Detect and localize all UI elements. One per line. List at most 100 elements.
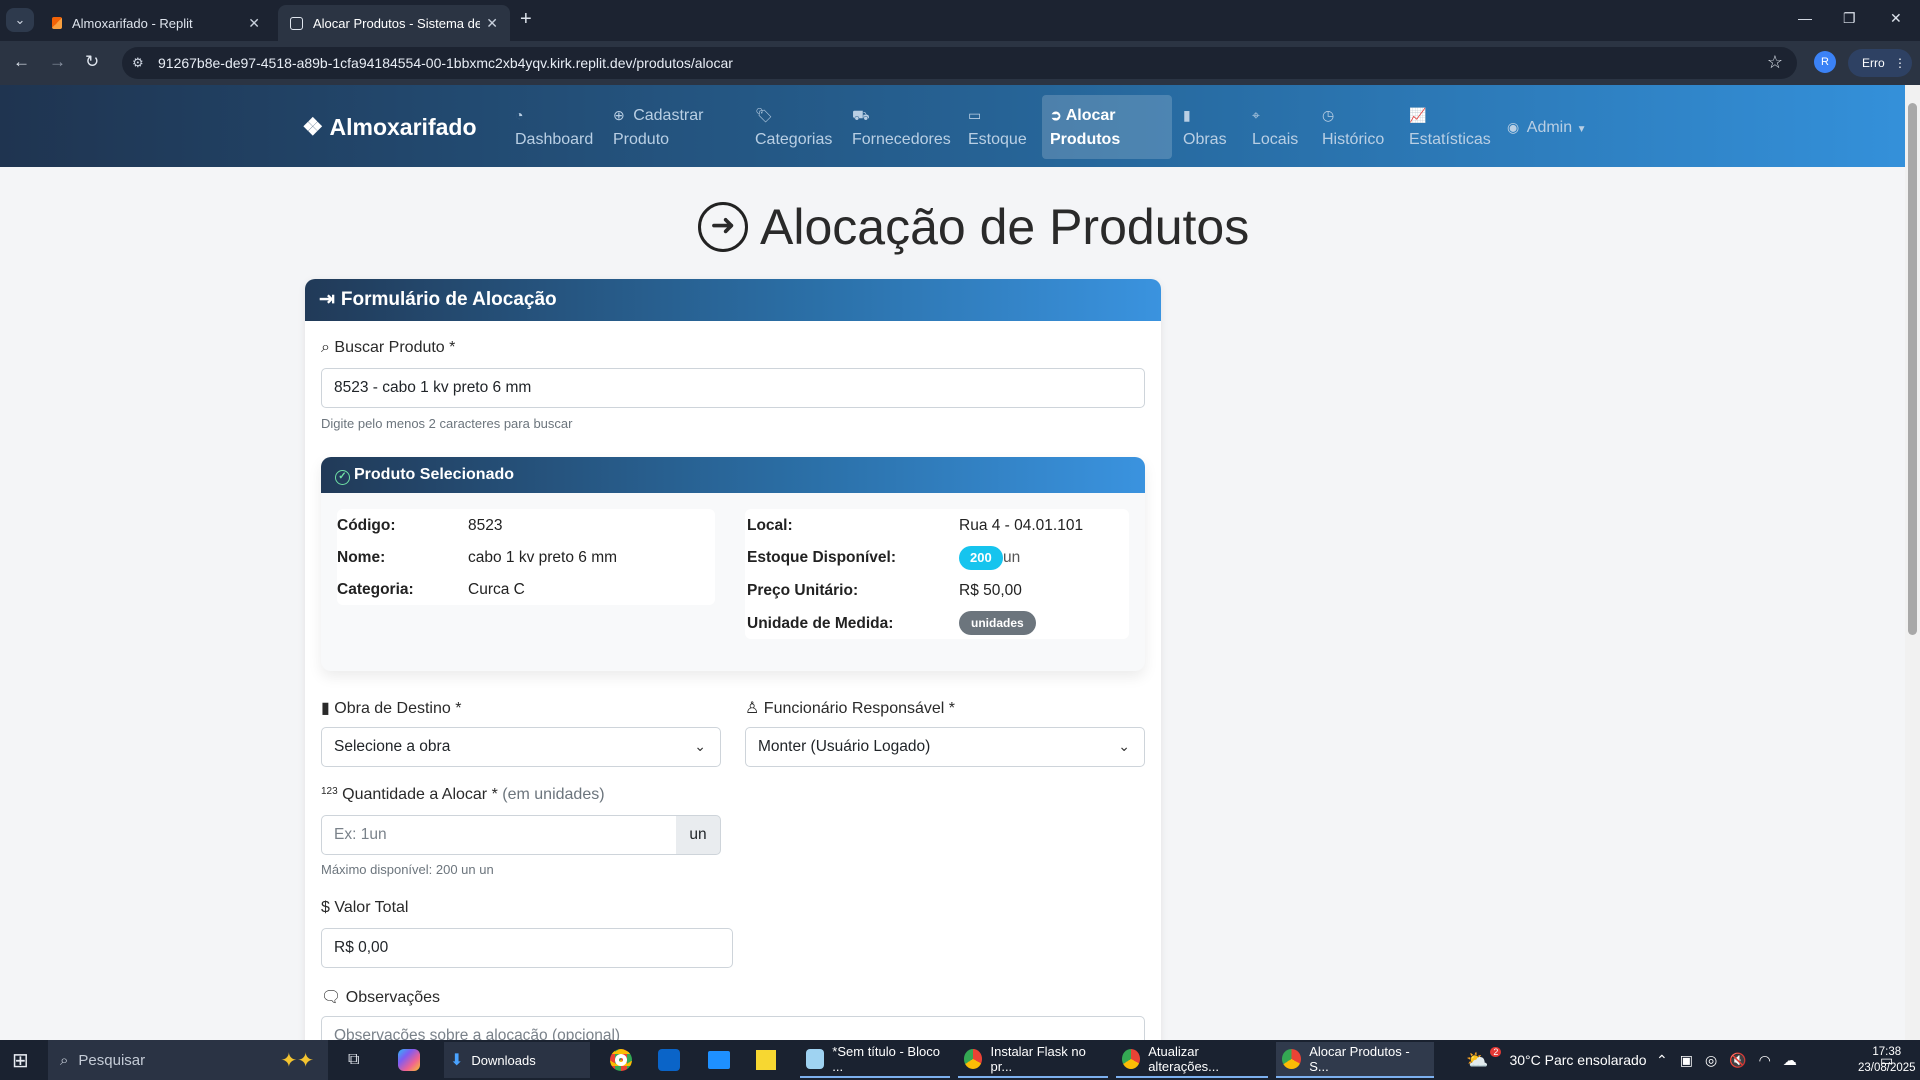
tab-title: Alocar Produtos - Sistema de Al — [313, 15, 481, 31]
page-scrollbar[interactable] — [1905, 85, 1920, 1040]
browser-address-bar: ← → ↻ ⚙ 91267b8e-de97-4518-a89b-1cfa9418… — [0, 41, 1920, 85]
outlook-icon[interactable] — [658, 1040, 680, 1080]
tab-almoxarifado-replit[interactable]: Almoxarifado - Replit ✕ — [40, 5, 272, 41]
nav-label: Estatísticas — [1409, 131, 1491, 148]
nav-historico[interactable]: ◷ Histórico — [1322, 103, 1384, 152]
nav-label-line1: Alocar — [1065, 107, 1116, 124]
taskbar-downloads[interactable]: ⬇ Downloads — [444, 1042, 590, 1078]
history-icon: ◷ — [1322, 107, 1335, 123]
tab-search-icon[interactable]: ⌄ — [6, 8, 34, 32]
taskbar-search[interactable]: ⌕ Pesquisar ✦✦ — [48, 1040, 328, 1080]
local-label: Local: — [747, 517, 793, 534]
chevron-down-icon: ⌄ — [1118, 738, 1130, 754]
nav-categorias[interactable]: 🏷 Categorias — [755, 103, 832, 152]
chrome-icon[interactable] — [610, 1040, 632, 1080]
taskbar-chrome-atualizar[interactable]: Atualizar alterações... — [1116, 1042, 1268, 1078]
back-icon[interactable]: ← — [13, 52, 30, 72]
volume-muted-icon[interactable]: 🔇 — [1729, 1052, 1746, 1069]
new-tab-icon[interactable]: + — [520, 8, 532, 31]
nav-cadastrar-produto[interactable]: ⊕ Cadastrar Produto — [613, 103, 703, 152]
nav-label: Categorias — [755, 131, 833, 148]
quantidade-input[interactable]: Ex: 1un — [321, 815, 677, 855]
minimize-icon[interactable]: — — [1798, 10, 1812, 26]
nav-admin-dropdown[interactable]: ◉ Admin ▼ — [1507, 115, 1587, 142]
bookmark-star-icon[interactable]: ☆ — [1767, 52, 1783, 73]
funcionario-select[interactable]: Monter (Usuário Logado) ⌄ — [745, 727, 1145, 767]
label-text: Buscar Produto * — [334, 339, 456, 356]
brand-logo[interactable]: ❖ Almoxarifado — [302, 113, 477, 142]
site-info-icon[interactable]: ⚙ — [132, 55, 144, 71]
task-view-icon[interactable]: ⧉ — [348, 1040, 359, 1080]
obra-select[interactable]: Selecione a obra ⌄ — [321, 727, 721, 767]
weather-badge: 2 — [1490, 1047, 1502, 1057]
nome-value: cabo 1 kv preto 6 mm — [468, 549, 618, 566]
windows-start-icon[interactable]: ⊞ — [12, 1040, 29, 1080]
notifications-icon[interactable]: ▭ — [1880, 1040, 1893, 1080]
browser-tab-bar: ⌄ Almoxarifado - Replit ✕ Alocar Produto… — [0, 0, 1920, 41]
caret-down-icon: ▼ — [1576, 124, 1587, 135]
download-icon: ⬇ — [450, 1052, 464, 1069]
building-icon: ▮ — [321, 700, 330, 717]
nav-estoque[interactable]: ▭ Estoque — [968, 103, 1027, 152]
nav-estatisticas[interactable]: 📈 Estatísticas — [1409, 103, 1491, 152]
close-window-icon[interactable]: ✕ — [1890, 10, 1902, 27]
observacoes-label: 🗨 Observações — [321, 987, 440, 1007]
profile-avatar[interactable]: R — [1814, 51, 1836, 73]
search-product-input[interactable]: 8523 - cabo 1 kv preto 6 mm — [321, 368, 1145, 408]
taskbar-notepad[interactable]: *Sem título - Bloco ... — [800, 1042, 950, 1078]
nav-locais[interactable]: ⌖ Locais — [1252, 103, 1298, 152]
wifi-icon[interactable]: ◠ — [1759, 1052, 1771, 1069]
restore-icon[interactable]: ❐ — [1843, 10, 1856, 27]
location-icon[interactable]: ◎ — [1705, 1052, 1717, 1069]
onedrive-cloud-icon[interactable]: ☁ — [1783, 1052, 1797, 1069]
tab-alocar-produtos[interactable]: Alocar Produtos - Sistema de Al ✕ — [278, 5, 510, 41]
error-button[interactable]: Erro ⋮ — [1848, 49, 1912, 77]
product-info-left: Código: 8523 Nome: cabo 1 kv preto 6 mm … — [337, 509, 715, 605]
taskbar-app-label: *Sem título - Bloco ... — [832, 1044, 940, 1074]
preco-label: Preço Unitário: — [747, 582, 859, 599]
dashboard-icon: ◔ — [515, 107, 524, 123]
valor-total-input[interactable]: R$ 0,00 — [321, 928, 733, 968]
taskbar-chrome-alocar[interactable]: Alocar Produtos - S... — [1276, 1042, 1434, 1078]
search-icon: ⌕ — [321, 339, 330, 356]
nav-label-line1: Cadastrar — [633, 107, 704, 124]
nav-alocar-produtos[interactable]: ➲ Alocar Produtos — [1042, 95, 1172, 159]
nav-label-line2: Produtos — [1050, 131, 1121, 148]
close-tab-icon[interactable]: ✕ — [248, 15, 260, 32]
forward-icon[interactable]: → — [49, 52, 66, 72]
form-header-title: Formulário de Alocação — [340, 289, 557, 310]
selected-product-title: Produto Selecionado — [354, 466, 515, 483]
url-bar[interactable]: ⚙ 91267b8e-de97-4518-a89b-1cfa94184554-0… — [122, 47, 1797, 79]
reload-icon[interactable]: ↻ — [85, 52, 99, 72]
selected-product-card: ✓ Produto Selecionado Código: 8523 Nome: … — [321, 457, 1145, 671]
search-icon: ⌕ — [60, 1051, 69, 1069]
truck-icon: ⛟ — [852, 107, 870, 123]
taskbar-chrome-flask[interactable]: Instalar Flask no pr... — [958, 1042, 1108, 1078]
chevron-up-icon[interactable]: ⌃ — [1656, 1052, 1668, 1069]
label-text: Obra de Destino * — [334, 700, 462, 717]
nav-label: Locais — [1252, 131, 1299, 148]
dollar-icon: $ — [321, 899, 330, 916]
preco-value: R$ 50,00 — [959, 582, 1022, 599]
nav-label: Estoque — [968, 131, 1027, 148]
weather-widget[interactable]: ⛅ 2 30°C Parc ensolarado — [1466, 1040, 1647, 1080]
nav-fornecedores[interactable]: ⛟ Fornecedores — [852, 103, 951, 152]
sticky-notes-icon[interactable] — [756, 1040, 776, 1080]
quantidade-label: 123 Quantidade a Alocar * (em unidades) — [321, 786, 605, 804]
url-text: 91267b8e-de97-4518-a89b-1cfa94184554-00-… — [158, 55, 733, 71]
nav-label: Fornecedores — [852, 131, 951, 148]
label-text: Valor Total — [334, 899, 409, 916]
codigo-value: 8523 — [468, 517, 503, 534]
meet-icon[interactable]: ▣ — [1680, 1052, 1693, 1069]
nav-dashboard[interactable]: ◔ Dashboard — [515, 103, 593, 152]
quantidade-unit-addon: un — [676, 815, 721, 855]
explorer-icon[interactable] — [708, 1040, 730, 1080]
nav-label: Obras — [1183, 131, 1227, 148]
nav-label: Histórico — [1322, 131, 1385, 148]
copilot-icon[interactable] — [398, 1040, 420, 1080]
nav-obras[interactable]: ▮ Obras — [1183, 103, 1227, 152]
tab-title: Almoxarifado - Replit — [72, 15, 193, 31]
nome-label: Nome: — [337, 549, 386, 566]
scrollbar-thumb[interactable] — [1908, 103, 1917, 635]
close-tab-icon[interactable]: ✕ — [486, 15, 498, 32]
